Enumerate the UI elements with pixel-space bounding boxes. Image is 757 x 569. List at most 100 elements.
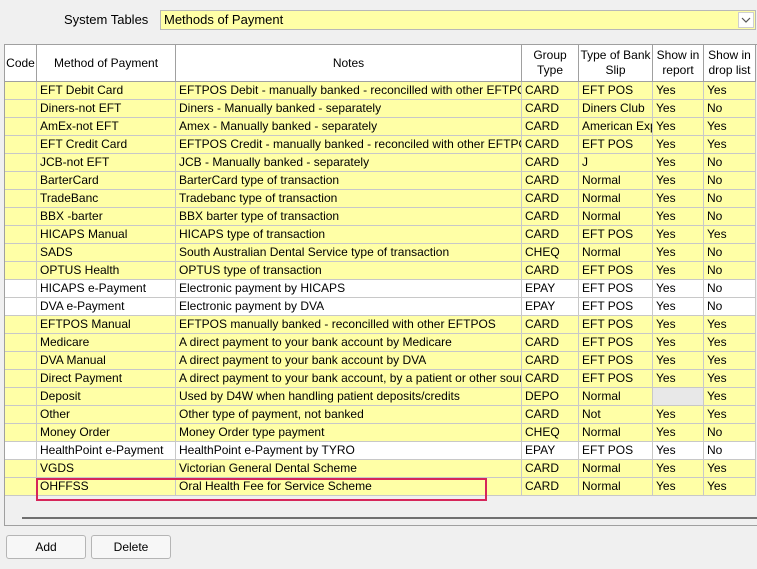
cell-group-type[interactable]: CARD (522, 262, 579, 280)
cell-code[interactable] (5, 424, 37, 442)
cell-show-in-drop-list[interactable]: No (704, 442, 756, 460)
cell-show-in-report[interactable]: Yes (653, 478, 704, 496)
cell-group-type[interactable]: CARD (522, 370, 579, 388)
cell-method[interactable]: SADS (37, 244, 176, 262)
cell-group-type[interactable]: EPAY (522, 442, 579, 460)
cell-show-in-report[interactable]: Yes (653, 190, 704, 208)
horizontal-scrollbar[interactable] (22, 517, 757, 519)
cell-show-in-drop-list[interactable]: No (704, 424, 756, 442)
cell-bank-slip[interactable]: EFT POS (579, 352, 653, 370)
cell-bank-slip[interactable]: Diners Club (579, 100, 653, 118)
cell-method[interactable]: OPTUS Health (37, 262, 176, 280)
cell-method[interactable]: Deposit (37, 388, 176, 406)
chevron-down-icon[interactable] (738, 12, 754, 28)
cell-group-type[interactable]: CARD (522, 100, 579, 118)
cell-method[interactable]: EFT Credit Card (37, 136, 176, 154)
cell-show-in-drop-list[interactable]: Yes (704, 352, 756, 370)
cell-notes[interactable]: EFTPOS Credit - manually banked - reconc… (176, 136, 522, 154)
cell-notes[interactable]: BarterCard type of transaction (176, 172, 522, 190)
cell-show-in-report[interactable]: Yes (653, 406, 704, 424)
cell-bank-slip[interactable]: EFT POS (579, 262, 653, 280)
cell-code[interactable] (5, 478, 37, 496)
cell-code[interactable] (5, 460, 37, 478)
cell-notes[interactable]: HICAPS type of transaction (176, 226, 522, 244)
cell-notes[interactable]: EFTPOS manually banked - reconcilled wit… (176, 316, 522, 334)
cell-method[interactable]: Medicare (37, 334, 176, 352)
table-row[interactable]: HICAPS Manual HICAPS type of transaction C… (5, 226, 756, 244)
table-row[interactable]: HICAPS e-Payment Electronic payment by HI… (5, 280, 756, 298)
cell-notes[interactable]: Other type of payment, not banked (176, 406, 522, 424)
cell-group-type[interactable]: CARD (522, 226, 579, 244)
cell-bank-slip[interactable]: Normal (579, 460, 653, 478)
table-row[interactable]: JCB-not EFT JCB - Manually banked - separ… (5, 154, 756, 172)
cell-show-in-drop-list[interactable]: No (704, 100, 756, 118)
cell-code[interactable] (5, 244, 37, 262)
cell-notes[interactable]: A direct payment to your bank account by… (176, 334, 522, 352)
cell-show-in-drop-list[interactable]: Yes (704, 388, 756, 406)
table-row[interactable]: EFT Credit Card EFTPOS Credit - manually … (5, 136, 756, 154)
cell-method[interactable]: JCB-not EFT (37, 154, 176, 172)
cell-method[interactable]: BBX -barter (37, 208, 176, 226)
cell-show-in-drop-list[interactable]: No (704, 190, 756, 208)
cell-show-in-report[interactable]: Yes (653, 460, 704, 478)
table-row[interactable]: EFT Debit Card EFTPOS Debit - manually ba… (5, 82, 756, 100)
cell-show-in-report[interactable] (653, 388, 704, 406)
cell-group-type[interactable]: CARD (522, 406, 579, 424)
table-row[interactable]: Deposit Used by D4W when handling patient… (5, 388, 756, 406)
cell-method[interactable]: DVA e-Payment (37, 298, 176, 316)
cell-show-in-drop-list[interactable]: Yes (704, 370, 756, 388)
cell-bank-slip[interactable]: Normal (579, 190, 653, 208)
cell-show-in-report[interactable]: Yes (653, 316, 704, 334)
cell-bank-slip[interactable]: American Express (579, 118, 653, 136)
cell-bank-slip[interactable]: Normal (579, 478, 653, 496)
cell-bank-slip[interactable]: EFT POS (579, 334, 653, 352)
cell-notes[interactable]: JCB - Manually banked - separately (176, 154, 522, 172)
cell-notes[interactable]: HealthPoint e-Payment by TYRO (176, 442, 522, 460)
column-header-notes[interactable]: Notes (176, 45, 522, 82)
cell-show-in-drop-list[interactable]: Yes (704, 226, 756, 244)
table-row[interactable]: SADS South Australian Dental Service type… (5, 244, 756, 262)
cell-bank-slip[interactable]: EFT POS (579, 136, 653, 154)
cell-bank-slip[interactable]: J (579, 154, 653, 172)
cell-bank-slip[interactable]: EFT POS (579, 442, 653, 460)
cell-show-in-report[interactable]: Yes (653, 424, 704, 442)
table-row[interactable]: DVA Manual A direct payment to your bank … (5, 352, 756, 370)
cell-show-in-drop-list[interactable]: Yes (704, 334, 756, 352)
cell-group-type[interactable]: CARD (522, 460, 579, 478)
cell-bank-slip[interactable]: EFT POS (579, 280, 653, 298)
cell-notes[interactable]: Money Order type payment (176, 424, 522, 442)
cell-group-type[interactable]: EPAY (522, 298, 579, 316)
payment-methods-grid[interactable]: Code Method of Payment Notes Group Type … (4, 44, 757, 526)
cell-code[interactable] (5, 262, 37, 280)
column-header-method[interactable]: Method of Payment (37, 45, 176, 82)
cell-method[interactable]: VGDS (37, 460, 176, 478)
table-row[interactable]: HealthPoint e-Payment HealthPoint e-Payme… (5, 442, 756, 460)
column-header-show-in-report[interactable]: Show in report (653, 45, 704, 82)
cell-bank-slip[interactable]: EFT POS (579, 82, 653, 100)
cell-show-in-drop-list[interactable]: Yes (704, 118, 756, 136)
cell-show-in-drop-list[interactable]: Yes (704, 460, 756, 478)
cell-bank-slip[interactable]: Normal (579, 388, 653, 406)
cell-code[interactable] (5, 388, 37, 406)
cell-show-in-drop-list[interactable]: No (704, 154, 756, 172)
cell-method[interactable]: OHFFSS (37, 478, 176, 496)
cell-notes[interactable]: Electronic payment by DVA (176, 298, 522, 316)
cell-show-in-drop-list[interactable]: No (704, 208, 756, 226)
cell-code[interactable] (5, 298, 37, 316)
cell-show-in-report[interactable]: Yes (653, 262, 704, 280)
cell-bank-slip[interactable]: Normal (579, 244, 653, 262)
cell-code[interactable] (5, 370, 37, 388)
cell-group-type[interactable]: CARD (522, 118, 579, 136)
cell-show-in-report[interactable]: Yes (653, 352, 704, 370)
cell-notes[interactable]: Victorian General Dental Scheme (176, 460, 522, 478)
cell-group-type[interactable]: CARD (522, 136, 579, 154)
cell-method[interactable]: Money Order (37, 424, 176, 442)
cell-group-type[interactable]: CHEQ (522, 424, 579, 442)
cell-show-in-drop-list[interactable]: No (704, 298, 756, 316)
cell-show-in-report[interactable]: Yes (653, 154, 704, 172)
cell-method[interactable]: Diners-not EFT (37, 100, 176, 118)
cell-show-in-report[interactable]: Yes (653, 334, 704, 352)
table-row[interactable]: EFTPOS Manual EFTPOS manually banked - re… (5, 316, 756, 334)
cell-group-type[interactable]: DEPO (522, 388, 579, 406)
cell-notes[interactable]: South Australian Dental Service type of … (176, 244, 522, 262)
